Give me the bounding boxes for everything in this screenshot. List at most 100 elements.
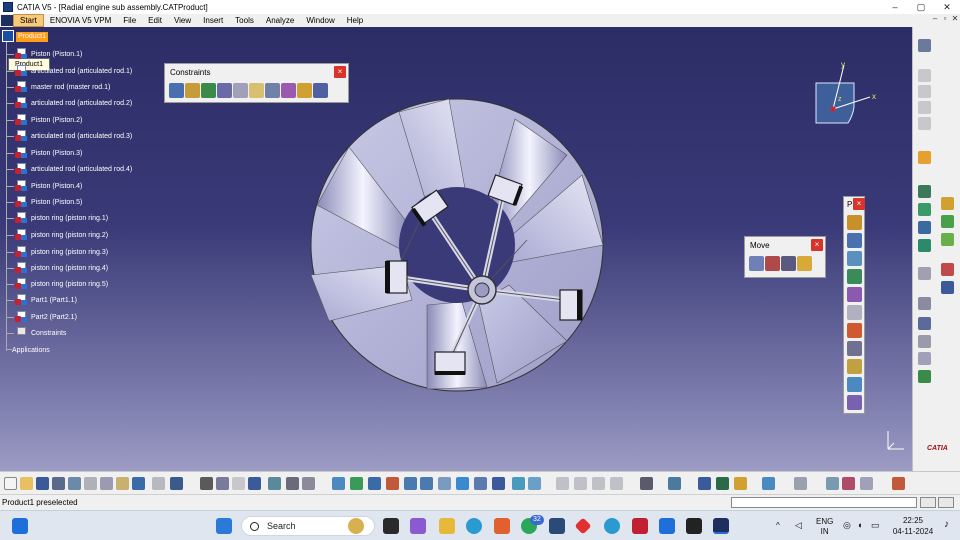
select-arrow-icon[interactable]: [918, 151, 931, 164]
update-icon[interactable]: [918, 185, 931, 198]
cut-icon[interactable]: [84, 477, 97, 490]
tree-item[interactable]: articulated rod (articulated rod.3): [6, 129, 132, 143]
existing-component-icon[interactable]: [847, 269, 862, 284]
tree-item[interactable]: articulated rod (articulated rod.1): [6, 64, 132, 78]
selective-load-icon[interactable]: [847, 341, 862, 356]
tree-item[interactable]: Constraints: [6, 326, 66, 340]
task-view-icon[interactable]: [12, 518, 28, 534]
copy-icon[interactable]: [100, 477, 113, 490]
fix-together-icon[interactable]: [249, 83, 264, 98]
tree-root-product[interactable]: Product1: [16, 32, 49, 42]
location-icon[interactable]: ◁: [795, 520, 802, 540]
split-icon[interactable]: [698, 477, 711, 490]
clash-icon[interactable]: [918, 239, 931, 252]
menu-help[interactable]: Help: [341, 14, 369, 27]
status-button[interactable]: [938, 497, 954, 508]
iso-view-icon[interactable]: [474, 477, 487, 490]
doc-restore-button[interactable]: ▫: [940, 14, 950, 27]
grid-icon[interactable]: [892, 477, 905, 490]
annotation-icon[interactable]: [941, 263, 954, 276]
angle-constraint-icon[interactable]: [217, 83, 232, 98]
new-product-icon[interactable]: [847, 233, 862, 248]
tree-item[interactable]: Piston (Piston.4): [6, 179, 82, 193]
fast-multi-instantiation-icon[interactable]: [847, 395, 862, 410]
shading-icon[interactable]: [492, 477, 505, 490]
save-icon[interactable]: [36, 477, 49, 490]
flag-note-icon[interactable]: [941, 281, 954, 294]
constraints-toolbar[interactable]: Constraints ×: [164, 63, 349, 103]
text-icon[interactable]: [918, 317, 931, 330]
close-icon[interactable]: ×: [334, 66, 346, 78]
product-structure-toolbar-header[interactable]: P ×: [844, 197, 865, 213]
multi-view-layout-icon[interactable]: [456, 477, 469, 490]
volume-icon[interactable]: ◖: [857, 520, 862, 540]
coincidence-constraint-icon[interactable]: [169, 83, 184, 98]
tree-item[interactable]: Piston (Piston.1): [6, 47, 82, 61]
hide-show-icon[interactable]: [512, 477, 525, 490]
tree-item[interactable]: Piston (Piston.3): [6, 146, 82, 160]
multi-instantiation-icon[interactable]: [847, 377, 862, 392]
manipulation-icon[interactable]: [749, 256, 764, 271]
tree-item[interactable]: piston ring (piston ring.4): [6, 261, 108, 275]
menu-insert[interactable]: Insert: [197, 14, 229, 27]
menu-window[interactable]: Window: [300, 14, 340, 27]
offset-constraint-icon[interactable]: [201, 83, 216, 98]
tree-applications[interactable]: Applications: [6, 343, 50, 357]
tree-item[interactable]: piston ring (piston ring.1): [6, 211, 108, 225]
close-icon[interactable]: ×: [811, 239, 823, 251]
terminal-icon[interactable]: [686, 518, 702, 534]
open-icon[interactable]: [20, 477, 33, 490]
maximize-button[interactable]: ▢: [908, 0, 934, 14]
catalog-icon[interactable]: [918, 335, 931, 348]
comment-icon[interactable]: [216, 477, 229, 490]
tree-item[interactable]: articulated rod (articulated rod.2): [6, 96, 132, 110]
weld-icon[interactable]: [918, 297, 931, 310]
tree-item[interactable]: Part1 (Part1.1): [6, 293, 77, 307]
menu-tools[interactable]: Tools: [229, 14, 260, 27]
paste-icon[interactable]: [116, 477, 129, 490]
swap-visible-space-icon[interactable]: [528, 477, 541, 490]
new-part-icon[interactable]: [847, 251, 862, 266]
contact-constraint-icon[interactable]: [185, 83, 200, 98]
fly-mode-icon[interactable]: [332, 477, 345, 490]
quick-print-icon[interactable]: [68, 477, 81, 490]
notifications-icon[interactable]: ♪: [944, 519, 949, 540]
material-icon[interactable]: [842, 477, 855, 490]
chrome-icon[interactable]: [604, 518, 620, 534]
graph-icon[interactable]: [268, 477, 281, 490]
new-icon[interactable]: [4, 477, 17, 490]
device-icon[interactable]: [668, 477, 681, 490]
tree-item[interactable]: master rod (master rod.1): [6, 80, 110, 94]
knowledge-icon[interactable]: [826, 477, 839, 490]
manage-representations-icon[interactable]: [847, 359, 862, 374]
edge-icon[interactable]: [466, 518, 482, 534]
fix-component-icon[interactable]: [233, 83, 248, 98]
widgets-icon[interactable]: [348, 518, 364, 534]
flexible-rigid-icon[interactable]: [281, 83, 296, 98]
replace-component-icon[interactable]: [847, 287, 862, 302]
menu-edit[interactable]: Edit: [142, 14, 168, 27]
tree-item[interactable]: articulated rod (articulated rod.4): [6, 162, 132, 176]
tree-item[interactable]: piston ring (piston ring.2): [6, 228, 108, 242]
minimize-button[interactable]: –: [882, 0, 908, 14]
constraint-tool-icon[interactable]: [918, 203, 931, 216]
camera-icon[interactable]: [640, 477, 653, 490]
scene-icon[interactable]: [918, 352, 931, 365]
normal-view-icon[interactable]: [438, 477, 451, 490]
reuse-pattern-icon[interactable]: [313, 83, 328, 98]
tree-item[interactable]: piston ring (piston ring.3): [6, 245, 108, 259]
multi-view-icon[interactable]: [286, 477, 299, 490]
explode-icon[interactable]: [781, 256, 796, 271]
chevron-up-icon[interactable]: ^: [776, 521, 780, 540]
pan-icon[interactable]: [368, 477, 381, 490]
tree-item[interactable]: Piston (Piston.2): [6, 113, 82, 127]
command-input[interactable]: [731, 497, 917, 508]
clock[interactable]: 22:25 04-11-2024: [890, 515, 936, 537]
sectioning-icon[interactable]: [918, 221, 931, 234]
file-explorer-icon[interactable]: [439, 518, 455, 534]
snap-icon[interactable]: [765, 256, 780, 271]
compass[interactable]: y x z: [800, 57, 890, 137]
snap-tool-icon[interactable]: [941, 215, 954, 228]
diamond-app-icon[interactable]: [574, 517, 592, 535]
taskbar-app-icon[interactable]: [383, 518, 399, 534]
